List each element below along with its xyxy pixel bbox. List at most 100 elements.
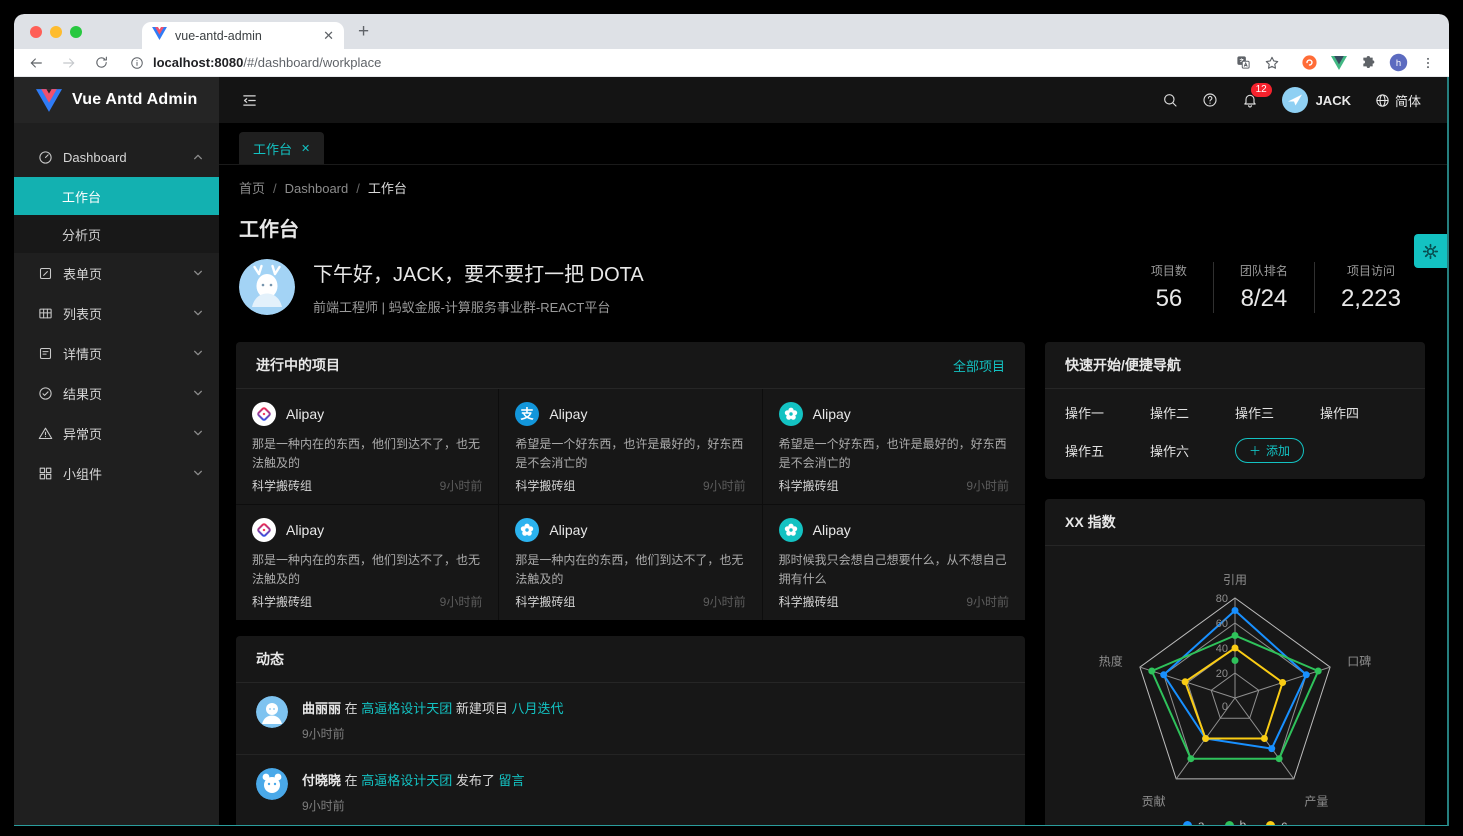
project-card[interactable]: Alipay那时候我只会想自己想要什么，从不想自己拥有什么科学搬砖组9小时前 <box>763 505 1025 620</box>
back-icon[interactable] <box>28 55 44 71</box>
app-logo-area: Vue Antd Admin <box>14 77 219 123</box>
sidebar-item[interactable]: 列表页 <box>14 293 219 333</box>
stat-value: 56 <box>1151 285 1187 313</box>
zoom-window-button[interactable] <box>70 26 82 38</box>
greeting-block: 下午好，JACK，要不要打一把 DOTA 前端工程师 | 蚂蚁金服-计算服务事业… <box>239 258 1427 316</box>
project-card[interactable]: 支Alipay希望是一个好东西，也许是最好的，好东西是不会消亡的科学搬砖组9小时… <box>499 389 761 504</box>
bell-icon[interactable]: 12 <box>1242 92 1258 108</box>
activity-user[interactable]: 曲丽丽 <box>302 701 341 716</box>
add-button[interactable]: ＋添加 <box>1235 438 1304 463</box>
extensions-puzzle-icon[interactable] <box>1360 55 1376 71</box>
sidebar: Dashboard工作台分析页表单页列表页详情页结果页异常页小组件 <box>14 123 219 825</box>
project-group[interactable]: 科学搬砖组 <box>252 477 312 494</box>
theme-settings-button[interactable] <box>1414 234 1447 268</box>
breadcrumb-home[interactable]: 首页 <box>239 181 265 196</box>
menu-fold-icon[interactable] <box>241 92 258 109</box>
activity-link[interactable]: 高逼格设计天团 <box>361 773 452 788</box>
dashboard-icon <box>38 150 53 165</box>
project-card[interactable]: Alipay那是一种内在的东西，他们到达不了，也无法触及的科学搬砖组9小时前 <box>236 389 498 504</box>
project-group[interactable]: 科学搬砖组 <box>515 477 575 494</box>
greeting-title: 下午好，JACK，要不要打一把 DOTA <box>313 258 644 287</box>
new-tab-button[interactable]: + <box>358 22 369 41</box>
username: JACK <box>1316 93 1351 108</box>
project-group[interactable]: 科学搬砖组 <box>252 593 312 610</box>
project-desc: 希望是一个好东西，也许是最好的，好东西是不会消亡的 <box>515 435 745 477</box>
minimize-window-button[interactable] <box>50 26 62 38</box>
project-card[interactable]: Alipay那是一种内在的东西，他们到达不了，也无法触及的科学搬砖组9小时前 <box>499 505 761 620</box>
antd-pro-cyan-icon <box>779 402 803 426</box>
globe-icon <box>1375 93 1390 108</box>
main-area: 工作台 ✕ 首页/Dashboard/工作台 工作台 下午好，JACK，要不要打… <box>219 123 1447 825</box>
quick-link[interactable]: 操作二 <box>1150 403 1235 422</box>
activity-user[interactable]: 付晓晓 <box>302 773 341 788</box>
project-group[interactable]: 科学搬砖组 <box>779 477 839 494</box>
activity-link[interactable]: 留言 <box>499 773 525 788</box>
tab-close-icon[interactable]: ✕ <box>323 29 334 42</box>
browser-menu-icon[interactable] <box>1421 55 1435 71</box>
search-icon[interactable] <box>1162 92 1178 108</box>
browser-profile-avatar[interactable]: h <box>1389 53 1408 72</box>
translate-icon[interactable] <box>1236 55 1251 70</box>
project-card[interactable]: Alipay那是一种内在的东西，他们到达不了，也无法触及的科学搬砖组9小时前 <box>236 505 498 620</box>
warning-icon <box>38 426 53 441</box>
svg-text:产量: 产量 <box>1304 795 1328 809</box>
vue-devtools-icon[interactable] <box>1331 56 1347 70</box>
quick-start-card: 快速开始/便捷导航 操作一操作二操作三操作四操作五操作六＋添加 <box>1045 342 1425 479</box>
sidebar-item[interactable]: 结果页 <box>14 373 219 413</box>
project-time: 9小时前 <box>966 593 1009 610</box>
language-switch[interactable]: 简体 <box>1375 91 1421 110</box>
page-tab-close-icon[interactable]: ✕ <box>301 142 310 155</box>
activity-title: 动态 <box>256 649 1005 669</box>
browser-tab[interactable]: vue-antd-admin ✕ <box>142 22 344 49</box>
activity-link[interactable]: 八月迭代 <box>512 701 564 716</box>
project-group[interactable]: 科学搬砖组 <box>515 593 575 610</box>
extension-orange-icon[interactable] <box>1301 54 1318 71</box>
svg-text:支: 支 <box>520 407 535 422</box>
svg-text:40: 40 <box>1216 643 1228 655</box>
legend-item[interactable]: c <box>1266 818 1287 825</box>
alipay-icon: 支 <box>515 402 539 426</box>
question-circle-icon[interactable] <box>1202 92 1218 108</box>
sidebar-item[interactable]: 异常页 <box>14 413 219 453</box>
quick-link[interactable]: 操作六 <box>1150 441 1235 460</box>
forward-icon[interactable] <box>61 55 77 71</box>
sidebar-item[interactable]: Dashboard <box>14 137 219 177</box>
stat-block: 团队排名 8/24 <box>1213 262 1314 313</box>
sidebar-item[interactable]: 小组件 <box>14 453 219 493</box>
all-projects-link[interactable]: 全部项目 <box>953 356 1005 375</box>
quick-link[interactable]: 操作五 <box>1065 441 1150 460</box>
project-group[interactable]: 科学搬砖组 <box>779 593 839 610</box>
user-menu[interactable]: JACK <box>1282 87 1351 113</box>
stats-row: 项目数56团队排名8/24项目访问2,223 <box>1125 262 1427 313</box>
legend-dot <box>1266 821 1275 826</box>
close-window-button[interactable] <box>30 26 42 38</box>
activity-link[interactable]: 高逼格设计天团 <box>361 701 452 716</box>
sidebar-item[interactable]: 表单页 <box>14 253 219 293</box>
bookmark-star-icon[interactable] <box>1264 55 1280 71</box>
reload-icon[interactable] <box>94 55 109 70</box>
svg-text:热度: 热度 <box>1099 654 1123 669</box>
page-tab-workplace[interactable]: 工作台 ✕ <box>239 132 324 164</box>
quick-link[interactable]: 操作三 <box>1235 403 1320 422</box>
stat-label: 团队排名 <box>1240 262 1288 279</box>
activity-item: 付晓晓 在 高逼格设计天团 发布了 留言9小时前 <box>236 755 1025 825</box>
index-card: XX 指数 020406080引用口碑产量贡献热度 abc <box>1045 499 1425 825</box>
project-card[interactable]: Alipay希望是一个好东西，也许是最好的，好东西是不会消亡的科学搬砖组9小时前 <box>763 389 1025 504</box>
project-time: 9小时前 <box>703 593 746 610</box>
quick-link[interactable]: 操作四 <box>1320 403 1405 422</box>
legend-item[interactable]: a <box>1183 818 1205 825</box>
sidebar-subitem[interactable]: 分析页 <box>14 215 219 253</box>
page-info-icon[interactable] <box>130 56 144 70</box>
sidebar-subitem[interactable]: 工作台 <box>14 177 219 215</box>
svg-text:h: h <box>1396 58 1401 69</box>
stat-value: 8/24 <box>1240 285 1288 313</box>
add-button-label: 添加 <box>1266 442 1290 459</box>
legend-item[interactable]: b <box>1225 818 1247 825</box>
project-desc: 那时候我只会想自己想要什么，从不想自己拥有什么 <box>779 551 1009 593</box>
chevron-down-icon <box>193 348 203 358</box>
address-bar[interactable]: localhost:8080/#/dashboard/workplace <box>130 55 1236 70</box>
sidebar-item[interactable]: 详情页 <box>14 333 219 373</box>
quick-link[interactable]: 操作一 <box>1065 403 1150 422</box>
chevron-down-icon <box>193 308 203 318</box>
breadcrumb-dashboard[interactable]: Dashboard <box>285 181 349 196</box>
